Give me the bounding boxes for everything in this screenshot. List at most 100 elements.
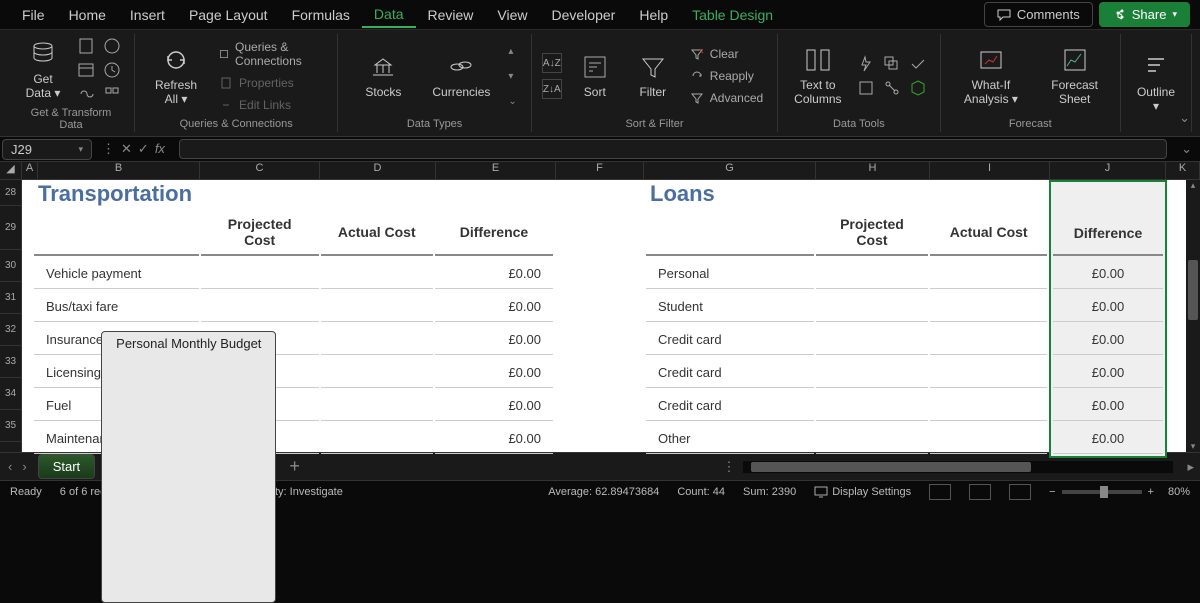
filter-button[interactable]: Filter [628, 49, 678, 103]
from-web-button[interactable] [102, 36, 122, 56]
ribbon-collapse-button[interactable]: ⌄ [1179, 110, 1190, 126]
currencies-button[interactable]: Currencies [426, 49, 496, 103]
col-A[interactable]: A [22, 162, 38, 179]
tab-formulas[interactable]: Formulas [280, 3, 362, 27]
col-J[interactable]: J [1050, 162, 1166, 179]
row-28[interactable]: 28 [0, 180, 21, 206]
enter-formula-icon[interactable]: ✓ [138, 141, 149, 157]
remove-duplicates-button[interactable] [882, 54, 902, 74]
flash-fill-button[interactable] [856, 54, 876, 74]
data-validation-button[interactable] [908, 54, 928, 74]
tab-home[interactable]: Home [57, 3, 118, 27]
row-33[interactable]: 33 [0, 346, 21, 378]
tab-help[interactable]: Help [627, 3, 680, 27]
vertical-scrollbar[interactable]: ▴ ▾ [1186, 180, 1200, 452]
zoom-level[interactable]: 80% [1168, 486, 1190, 498]
expand-icon[interactable]: ⌄ [508, 96, 516, 107]
relationships-button[interactable] [882, 78, 902, 98]
formula-input[interactable] [179, 139, 1167, 159]
table-row[interactable]: Credit card [646, 390, 1047, 421]
table-row[interactable]: Credit card [646, 357, 1047, 388]
col-B[interactable]: B [38, 162, 200, 179]
sort-az-button[interactable]: A↓Z [542, 53, 562, 73]
comments-button[interactable]: Comments [984, 2, 1093, 27]
zoom-in-button[interactable]: + [1148, 486, 1154, 498]
table-row[interactable]: Vehicle payment£0.00 [34, 258, 553, 289]
sheet-tab-start[interactable]: Start [38, 454, 95, 479]
from-table-button[interactable] [76, 60, 96, 80]
tab-page-layout[interactable]: Page Layout [177, 3, 280, 27]
prev-sheet-button[interactable]: ‹ [8, 459, 12, 474]
col-E[interactable]: E [436, 162, 556, 179]
tab-review[interactable]: Review [416, 3, 486, 27]
tab-table-design[interactable]: Table Design [680, 3, 785, 27]
queries-connections-button[interactable]: Queries & Connections [215, 38, 327, 70]
tab-view[interactable]: View [485, 3, 539, 27]
forecast-sheet-button[interactable]: Forecast Sheet [1039, 42, 1110, 111]
scroll-down-icon[interactable]: ▾ [1186, 441, 1200, 452]
more-sources-button[interactable] [102, 84, 122, 104]
zoom-knob[interactable] [1100, 486, 1108, 498]
recent-sources-button[interactable] [102, 60, 122, 80]
outline-button[interactable]: Outline▾ [1131, 49, 1181, 118]
page-break-view-button[interactable] [1009, 484, 1031, 500]
hscroll-right-icon[interactable]: ▸ [1181, 459, 1200, 475]
edit-links-button[interactable]: Edit Links [215, 96, 327, 114]
normal-view-button[interactable] [929, 484, 951, 500]
next-sheet-button[interactable]: › [22, 459, 26, 474]
page-layout-view-button[interactable] [969, 484, 991, 500]
dropdown-separator-icon[interactable]: ⋮ [102, 141, 115, 157]
advanced-filter-button[interactable]: Advanced [686, 89, 767, 107]
row-32[interactable]: 32 [0, 314, 21, 346]
row-29[interactable]: 29 [0, 206, 21, 250]
tab-data[interactable]: Data [362, 2, 416, 28]
stocks-button[interactable]: Stocks [348, 49, 418, 103]
col-F[interactable]: F [556, 162, 644, 179]
hscroll-thumb[interactable] [751, 462, 1031, 472]
sheet-options-button[interactable]: ⋮ [714, 459, 743, 475]
get-data-button[interactable]: Get Data ▾ [18, 36, 68, 105]
from-text-button[interactable] [76, 36, 96, 56]
properties-button[interactable]: Properties [215, 74, 327, 92]
col-K[interactable]: K [1166, 162, 1200, 179]
refresh-all-button[interactable]: Refresh All ▾ [145, 42, 207, 111]
scroll-up-icon[interactable]: ▴ [1186, 180, 1200, 191]
tab-file[interactable]: File [10, 3, 57, 27]
col-I[interactable]: I [930, 162, 1050, 179]
sort-za-button[interactable]: Z↓A [542, 79, 562, 99]
select-all-button[interactable]: ◢ [0, 162, 22, 179]
table-row[interactable]: Bus/taxi fare£0.00 [34, 291, 553, 322]
row-31[interactable]: 31 [0, 282, 21, 314]
sort-button[interactable]: Sort [570, 49, 620, 103]
clear-filter-button[interactable]: Clear [686, 45, 767, 63]
col-C[interactable]: C [200, 162, 320, 179]
table-row[interactable]: Credit card [646, 324, 1047, 355]
row-35[interactable]: 35 [0, 410, 21, 442]
expand-formula-icon[interactable]: ⌄ [1173, 141, 1200, 157]
table-row[interactable]: Other [646, 423, 1047, 454]
scroll-up-icon[interactable]: ▴ [508, 46, 516, 57]
reapply-button[interactable]: Reapply [686, 67, 767, 85]
new-sheet-button[interactable]: + [279, 456, 310, 477]
row-34[interactable]: 34 [0, 378, 21, 410]
zoom-slider[interactable] [1062, 490, 1142, 494]
col-H[interactable]: H [816, 162, 930, 179]
table-row[interactable]: Student [646, 291, 1047, 322]
horizontal-scrollbar[interactable] [743, 461, 1173, 473]
consolidate-button[interactable] [856, 78, 876, 98]
whatif-button[interactable]: What-If Analysis ▾ [951, 42, 1032, 111]
col-D[interactable]: D [320, 162, 436, 179]
display-settings-button[interactable]: Display Settings [814, 486, 911, 498]
tab-insert[interactable]: Insert [118, 3, 177, 27]
name-box[interactable]: J29 ▾ [2, 139, 92, 160]
zoom-out-button[interactable]: − [1049, 486, 1055, 498]
col-G[interactable]: G [644, 162, 816, 179]
text-to-columns-button[interactable]: Text to Columns [788, 42, 847, 111]
share-button[interactable]: Share ▾ [1099, 2, 1190, 27]
scroll-thumb[interactable] [1188, 260, 1198, 320]
tab-developer[interactable]: Developer [540, 3, 628, 27]
sheet-tab-budget[interactable]: Personal Monthly Budget [101, 331, 276, 603]
table-row[interactable]: Personal [646, 258, 1047, 289]
existing-connections-button[interactable] [76, 84, 96, 104]
cancel-formula-icon[interactable]: ✕ [121, 141, 132, 157]
